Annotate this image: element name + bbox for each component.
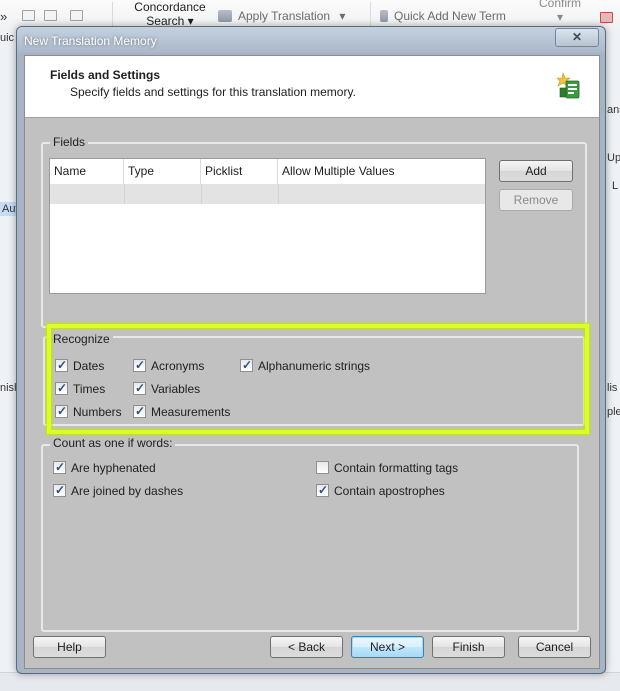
wizard-header: Fields and Settings Specify fields and s… [25, 56, 599, 118]
checkbox-label: Contain formatting tags [334, 461, 459, 475]
checkbox-label: Are joined by dashes [71, 484, 184, 498]
background-text-fragment: ans [607, 104, 620, 116]
close-icon: ✕ [571, 30, 583, 44]
checkbox-box[interactable]: ✓ [55, 381, 68, 395]
checkbox-box[interactable]: ✓ [133, 358, 146, 372]
background-text-fragment: lis [607, 382, 618, 394]
checkbox-box[interactable]: ✓ [240, 358, 253, 372]
cell-separator [124, 184, 125, 204]
chevron-down-icon: ▾ [556, 10, 564, 24]
background-text-fragment: ple [607, 406, 620, 418]
checkbox-label: Contain apostrophes [334, 484, 445, 498]
next-button[interactable]: Next > [351, 636, 424, 658]
cancel-button[interactable]: Cancel [518, 636, 591, 658]
checkmark-icon: ✓ [57, 404, 68, 418]
remove-field-button[interactable]: Remove [499, 189, 573, 211]
dialog-client-area: Fields and Settings Specify fields and s… [24, 55, 600, 669]
checkmark-icon: ✓ [135, 381, 146, 395]
background-status-area [0, 672, 620, 691]
close-button[interactable]: ✕ [555, 28, 599, 47]
chevron-down-icon: ▾ [339, 9, 346, 23]
page-subtitle: Specify fields and settings for this tra… [70, 85, 356, 99]
apply-translation-icon [218, 10, 232, 22]
apply-translation-button[interactable]: Apply Translation ▾ [218, 9, 345, 23]
background-right-pane [605, 34, 620, 690]
column-header-name[interactable]: Name [50, 159, 124, 184]
quick-add-term-button[interactable]: Quick Add New Term [380, 9, 506, 23]
checkbox-box[interactable]: ✓ [55, 404, 68, 418]
checkbox-label: Numbers [73, 405, 122, 419]
new-translation-memory-dialog: New Translation Memory ✕ Fields and Sett… [16, 26, 606, 674]
dialog-title: New Translation Memory [24, 34, 157, 48]
quick-add-label: Quick Add New Term [394, 9, 506, 23]
background-text-fragment: uic [0, 32, 15, 44]
recognize-group [43, 336, 585, 426]
count-words-group-label: Count as one if words: [50, 436, 176, 450]
recognize-group-label: Recognize [50, 332, 113, 346]
confirm-button[interactable]: Confirm ▾ [530, 0, 590, 24]
lightning-icon [380, 10, 388, 22]
checkmark-icon: ✓ [55, 460, 66, 474]
ribbon-overflow-icon[interactable]: » [0, 9, 7, 24]
checkmark-icon: ✓ [318, 483, 329, 497]
checkbox-box[interactable]: ✓ [55, 358, 68, 372]
checkbox-label: Variables [151, 382, 201, 396]
finish-button[interactable]: Finish [432, 636, 505, 658]
help-button[interactable]: Help [33, 636, 106, 658]
cell-separator [278, 184, 279, 204]
checkbox-box[interactable] [316, 461, 329, 474]
confirm-label: Confirm [538, 0, 581, 10]
column-header-allow-multiple-values[interactable]: Allow Multiple Values [278, 159, 485, 184]
checkbox-label: Dates [73, 359, 105, 373]
checkmark-icon: ✓ [57, 358, 68, 372]
fields-table-header: Name Type Picklist Allow Multiple Values [50, 159, 485, 184]
checkbox-label: Times [73, 382, 106, 396]
column-header-picklist[interactable]: Picklist [201, 159, 278, 184]
checkbox-label: Measurements [151, 405, 231, 419]
table-row[interactable] [50, 184, 485, 204]
checkbox-box[interactable]: ✓ [133, 381, 146, 395]
add-field-button[interactable]: Add [499, 160, 573, 182]
ribbon-small-icon[interactable] [44, 10, 57, 21]
checkbox-label: Alphanumeric strings [258, 359, 371, 373]
checkbox-box[interactable]: ✓ [133, 404, 146, 418]
translation-memory-icon [557, 72, 580, 99]
checkmark-icon: ✓ [135, 404, 146, 418]
page-title: Fields and Settings [50, 68, 161, 82]
checkmark-icon: ✓ [55, 483, 66, 497]
background-text-fragment: Up [607, 152, 620, 164]
ribbon-small-icon[interactable] [70, 10, 83, 21]
fields-table[interactable]: Name Type Picklist Allow Multiple Values [49, 158, 486, 294]
fields-group-label: Fields [50, 135, 89, 149]
back-button[interactable]: < Back [270, 636, 343, 658]
concordance-label-line1: Concordance [134, 0, 206, 14]
background-text-fragment: L [612, 180, 619, 192]
checkmark-icon: ✓ [57, 381, 68, 395]
cell-separator [201, 184, 202, 204]
checkbox-box[interactable]: ✓ [316, 483, 329, 497]
apply-translation-label: Apply Translation [238, 9, 331, 23]
column-header-type[interactable]: Type [124, 159, 201, 184]
checkbox-label: Acronyms [151, 359, 205, 373]
options-icon[interactable] [600, 12, 613, 23]
checkbox-label: Are hyphenated [71, 461, 156, 475]
ribbon-small-icon[interactable] [22, 10, 35, 21]
dialog-titlebar[interactable]: New Translation Memory ✕ [17, 27, 605, 53]
checkmark-icon: ✓ [242, 358, 253, 372]
checkbox-box[interactable]: ✓ [53, 483, 66, 497]
checkmark-icon: ✓ [135, 358, 146, 372]
checkbox-box[interactable]: ✓ [53, 460, 66, 474]
concordance-search-button[interactable]: Concordance Search ▾ [120, 0, 220, 28]
